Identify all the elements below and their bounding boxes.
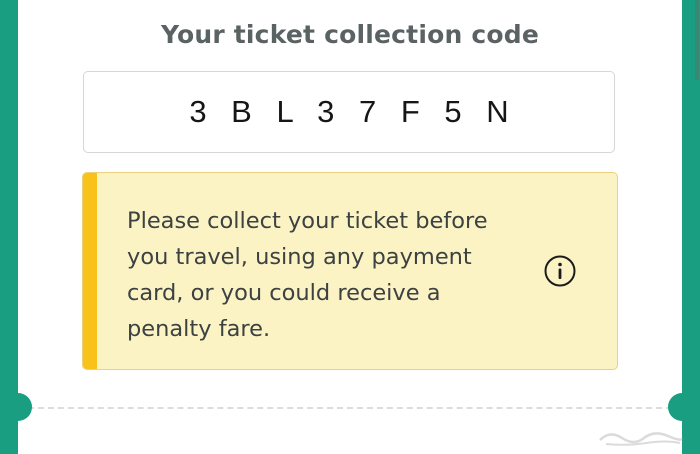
ticket-notch-right <box>668 393 696 421</box>
notice-accent-bar <box>83 173 97 369</box>
collection-code: 3 B L 3 7 F 5 N <box>189 94 517 129</box>
notice-message: Please collect your ticket before you tr… <box>127 208 488 342</box>
collection-code-box: 3 B L 3 7 F 5 N <box>83 71 615 153</box>
ticket-notch-left <box>4 393 32 421</box>
ticket-divider <box>18 407 682 409</box>
scrollbar[interactable] <box>695 0 699 80</box>
watermark-logo <box>599 432 684 446</box>
info-icon[interactable] <box>544 255 576 287</box>
info-icon-svg <box>544 255 576 287</box>
collection-code-title: Your ticket collection code <box>160 20 540 49</box>
penalty-fare-notice: Please collect your ticket before you tr… <box>82 172 618 370</box>
ticket-card: Your ticket collection code 3 B L 3 7 F … <box>18 0 682 454</box>
